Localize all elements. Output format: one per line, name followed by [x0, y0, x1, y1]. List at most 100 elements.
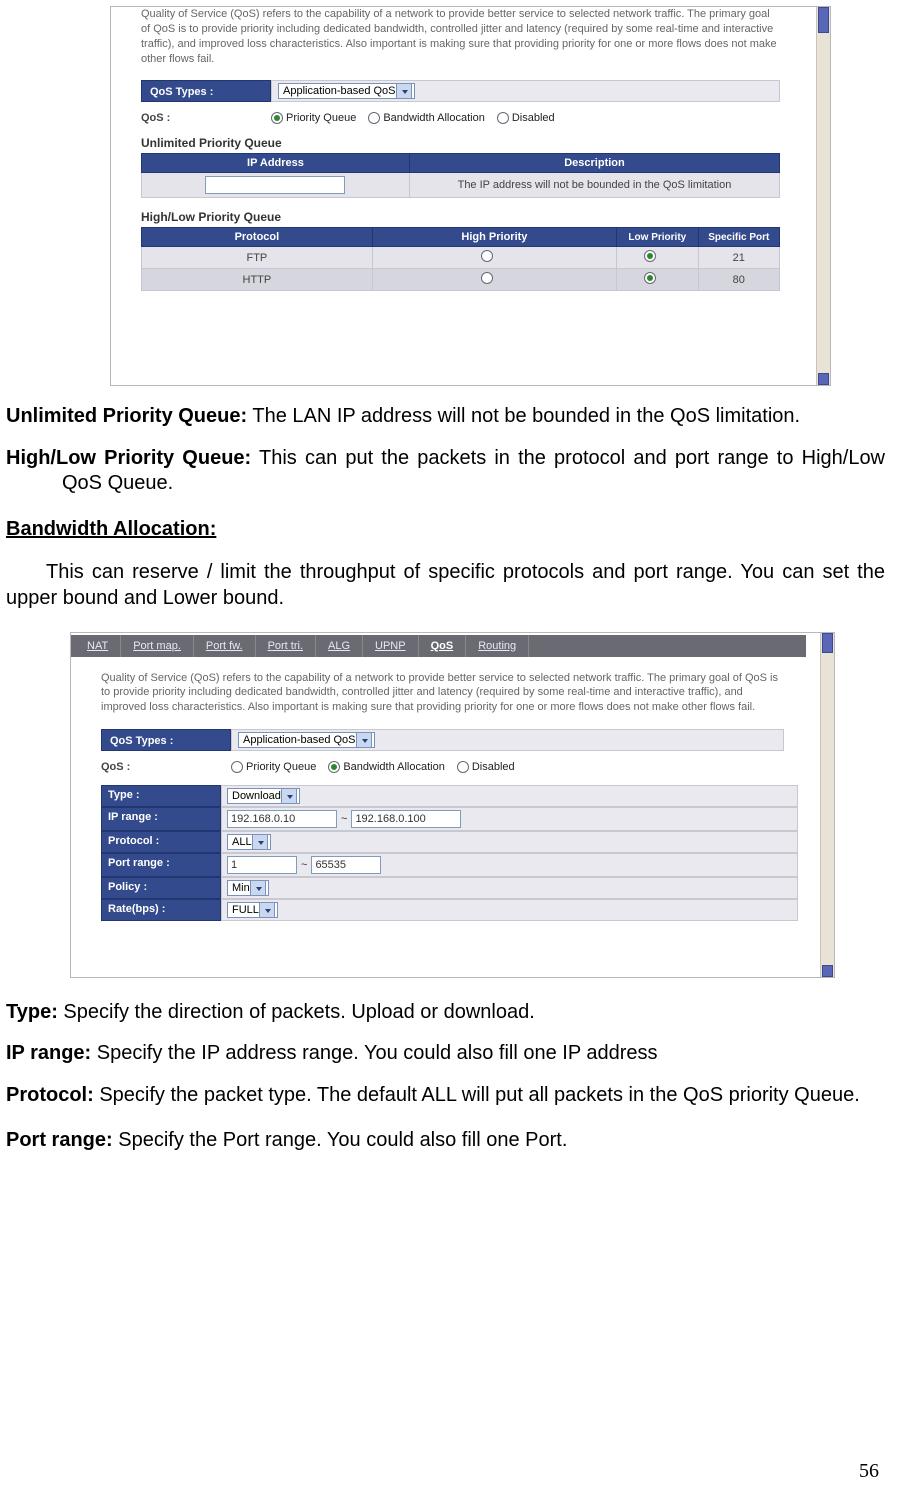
qos-description: Quality of Service (QoS) refers to the c… [141, 7, 780, 66]
para-highlow-priority-queue: High/Low Priority Queue: This can put th… [6, 446, 885, 497]
screenshot-priority-queue: Quality of Service (QoS) refers to the c… [110, 6, 831, 386]
label-port-doc: Port range: [6, 1129, 113, 1151]
text-port-doc: Specify the Port range. You could also f… [113, 1129, 568, 1151]
port-range-separator: ~ [301, 859, 307, 871]
radio-bandwidth-label: Bandwidth Allocation [383, 112, 485, 124]
label-rate: Rate(bps) : [101, 899, 221, 921]
scroll-thumb[interactable] [818, 7, 829, 33]
input-port-to[interactable] [311, 856, 381, 874]
radio-priority-queue[interactable]: Priority Queue [271, 112, 356, 124]
label-upq: Unlimited Priority Queue: [6, 405, 247, 427]
cell-port: 80 [698, 269, 779, 291]
radio-http-high[interactable] [481, 272, 496, 284]
radio-disabled[interactable]: Disabled [497, 112, 555, 124]
para-port-range: Port range: Specify the Port range. You … [6, 1128, 885, 1154]
tab-qos[interactable]: QoS [419, 635, 467, 657]
label-hlq: High/Low Priority Queue: [6, 447, 251, 469]
radio-disabled[interactable]: Disabled [457, 761, 515, 773]
select-policy[interactable]: Min [227, 880, 269, 896]
row-ip-range: IP range : ~ [101, 807, 798, 831]
th-low-priority: Low Priority [617, 228, 698, 247]
radio-bandwidth-allocation[interactable]: Bandwidth Allocation [368, 112, 485, 124]
select-rate[interactable]: FULL [227, 902, 278, 918]
text-type-doc: Specify the direction of packets. Upload… [58, 1001, 535, 1023]
text-upq: The LAN IP address will not be bounded i… [247, 405, 800, 427]
qos-types-value-cell: Application-based QoS [231, 729, 784, 751]
cell-protocol: HTTP [142, 269, 373, 291]
text-proto-doc: Specify the packet type. The default ALL… [94, 1084, 860, 1106]
qos-types-row: QoS Types : Application-based QoS [141, 80, 802, 102]
cell-port: 21 [698, 247, 779, 269]
tab-nat[interactable]: NAT [75, 635, 121, 657]
row-rate: Rate(bps) : FULL [101, 899, 798, 921]
th-ip-address: IP Address [142, 154, 410, 173]
unlimited-queue-table: IP Address Description The IP address wi… [141, 153, 780, 198]
scroll-down-button[interactable] [822, 965, 833, 977]
label-type-doc: Type: [6, 1001, 58, 1023]
label-ip-range: IP range : [101, 807, 221, 831]
para-ip-range: IP range: Specify the IP address range. … [6, 1041, 885, 1067]
ip-range-separator: ~ [341, 813, 347, 825]
radio-ftp-high[interactable] [481, 250, 496, 262]
qos-types-select[interactable]: Application-based QoS [278, 83, 415, 99]
label-proto-doc: Protocol: [6, 1084, 94, 1106]
para-unlimited-priority-queue: Unlimited Priority Queue: The LAN IP add… [6, 404, 885, 430]
tab-routing[interactable]: Routing [466, 635, 529, 657]
tab-port-fw[interactable]: Port fw. [194, 635, 256, 657]
table-row: The IP address will not be bounded in th… [142, 173, 780, 198]
para-type: Type: Specify the direction of packets. … [6, 1000, 885, 1026]
label-ip-doc: IP range: [6, 1042, 91, 1064]
qos-types-label: QoS Types : [101, 729, 231, 751]
radio-ftp-low[interactable] [644, 250, 659, 262]
tab-port-tri[interactable]: Port tri. [256, 635, 316, 657]
tab-alg[interactable]: ALG [316, 635, 363, 657]
text-ip-doc: Specify the IP address range. You could … [91, 1042, 657, 1064]
qos-mode-label: QoS : [101, 761, 231, 773]
qos-mode-row: QoS : Priority Queue Bandwidth Allocatio… [101, 761, 806, 773]
th-protocol: Protocol [142, 228, 373, 247]
input-ip-to[interactable] [351, 810, 461, 828]
row-protocol: Protocol : ALL [101, 831, 798, 853]
highlow-queue-table: Protocol High Priority Low Priority Spec… [141, 227, 780, 291]
radio-priority-queue-label: Priority Queue [286, 112, 356, 124]
ip-description-cell: The IP address will not be bounded in th… [409, 173, 779, 198]
radio-bandwidth-label: Bandwidth Allocation [343, 761, 445, 773]
input-port-from[interactable] [227, 856, 297, 874]
radio-http-low[interactable] [644, 272, 659, 284]
qos-mode-label: QoS : [141, 112, 271, 124]
label-port-range: Port range : [101, 853, 221, 877]
scrollbar[interactable] [820, 633, 834, 977]
ip-address-input[interactable] [205, 176, 345, 194]
qos-types-value-cell: Application-based QoS [271, 80, 780, 102]
tab-upnp[interactable]: UPNP [363, 635, 419, 657]
radio-bandwidth-allocation[interactable]: Bandwidth Allocation [328, 761, 445, 773]
label-bandwidth-allocation: Bandwidth Allocation: [6, 518, 216, 540]
radio-priority-queue[interactable]: Priority Queue [231, 761, 316, 773]
scroll-thumb[interactable] [822, 633, 833, 653]
select-protocol[interactable]: ALL [227, 834, 271, 850]
th-specific-port: Specific Port [698, 228, 779, 247]
select-type[interactable]: Download [227, 788, 300, 804]
label-type: Type : [101, 785, 221, 807]
table-row: HTTP 80 [142, 269, 780, 291]
th-description: Description [409, 154, 779, 173]
radio-disabled-label: Disabled [472, 761, 515, 773]
input-ip-from[interactable] [227, 810, 337, 828]
scroll-down-button[interactable] [818, 373, 829, 385]
tab-bar: NAT Port map. Port fw. Port tri. ALG UPN… [71, 635, 806, 657]
screenshot-bandwidth-allocation: NAT Port map. Port fw. Port tri. ALG UPN… [70, 632, 835, 978]
qos-mode-row: QoS : Priority Queue Bandwidth Allocatio… [141, 112, 802, 124]
radio-disabled-label: Disabled [512, 112, 555, 124]
scrollbar[interactable] [816, 7, 830, 385]
para-bandwidth-allocation: This can reserve / limit the throughput … [6, 560, 885, 611]
radio-priority-queue-label: Priority Queue [246, 761, 316, 773]
heading-bandwidth-allocation: Bandwidth Allocation: [6, 517, 885, 543]
cell-protocol: FTP [142, 247, 373, 269]
label-protocol: Protocol : [101, 831, 221, 853]
qos-types-label: QoS Types : [141, 80, 271, 102]
tab-port-map[interactable]: Port map. [121, 635, 194, 657]
row-policy: Policy : Min [101, 877, 798, 899]
th-high-priority: High Priority [372, 228, 616, 247]
highlow-queue-title: High/Low Priority Queue [141, 210, 802, 224]
qos-types-select[interactable]: Application-based QoS [238, 732, 375, 748]
